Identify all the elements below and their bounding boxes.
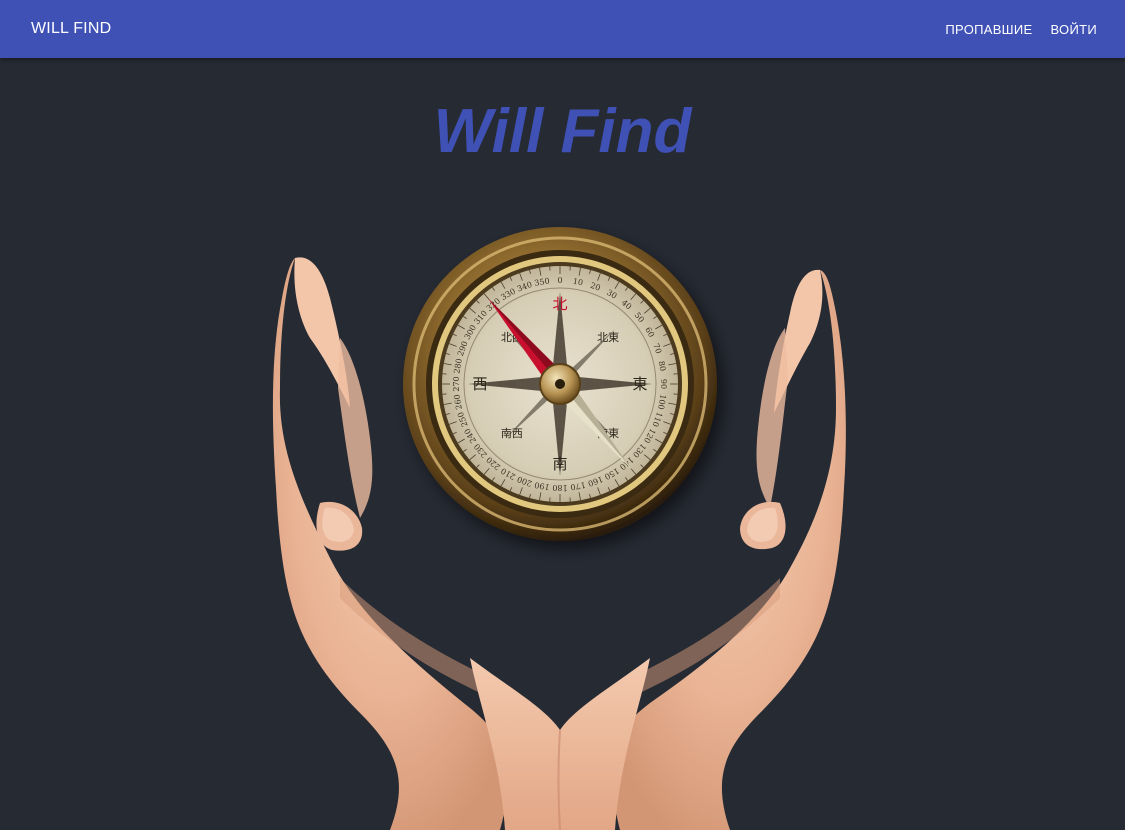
hero-section: 0102030405060708090100110120130140150160…	[0, 58, 1125, 830]
compass-degree-label: 80	[657, 360, 668, 372]
nav-login-link[interactable]: ВОЙТИ	[1051, 22, 1097, 37]
compass-glyph: 西	[472, 375, 487, 393]
compass-degree-label: 180	[552, 483, 567, 492]
hero-illustration: 0102030405060708090100110120130140150160…	[272, 227, 846, 830]
brand-link[interactable]: WILL FIND	[31, 0, 111, 58]
main-nav: ПРОПАВШИЕ ВОЙТИ	[945, 0, 1097, 58]
compass-glyph: 南西	[501, 427, 523, 440]
compass-glyph: 南	[552, 455, 567, 473]
compass-degree-label: 10	[572, 277, 584, 288]
compass-degree-label: 90	[659, 379, 668, 389]
nav-missing-link[interactable]: ПРОПАВШИЕ	[945, 22, 1032, 37]
compass-glyph: 東	[632, 375, 647, 393]
hero-title: Will Find	[433, 97, 692, 166]
compass-degree-label: 270	[452, 376, 461, 391]
compass-degree-label: 0	[557, 276, 562, 285]
compass: 0102030405060708090100110120130140150160…	[403, 227, 717, 541]
compass-glyph: 北東	[597, 331, 619, 344]
app-bar: WILL FIND ПРОПАВШИЕ ВОЙТИ	[0, 0, 1125, 58]
compass-glyph: 北	[552, 295, 567, 313]
